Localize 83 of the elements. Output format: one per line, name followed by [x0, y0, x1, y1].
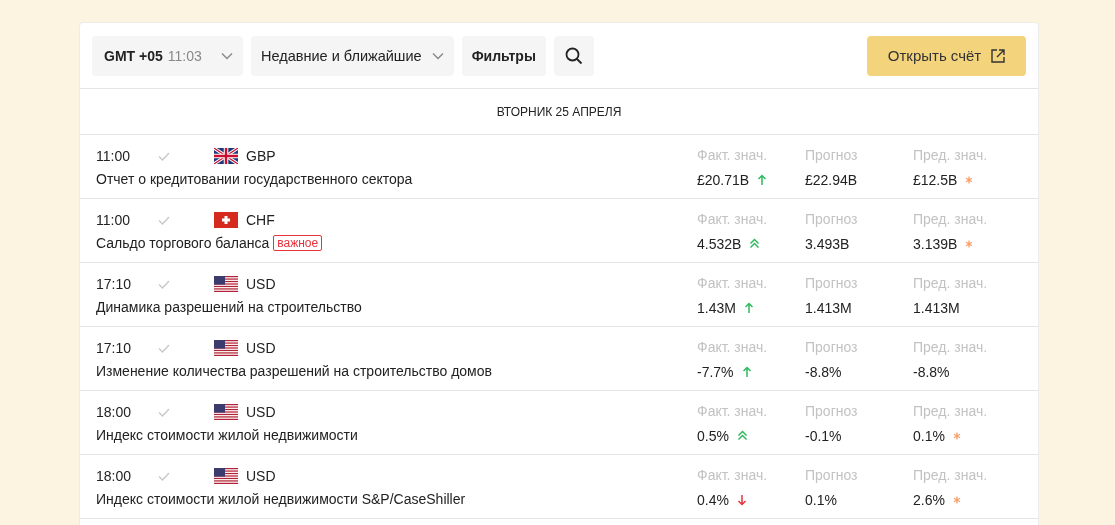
- check-icon: [158, 279, 170, 289]
- double-chevron-up-icon: [749, 238, 761, 249]
- check-icon: [158, 343, 170, 353]
- check-icon: [158, 215, 170, 225]
- flag-icon: [214, 339, 238, 356]
- column-label: Пред. знач.: [913, 147, 989, 164]
- column-label: Прогноз: [805, 211, 859, 228]
- forecast-value: 1.413M: [805, 299, 852, 316]
- column-label: Факт. знач.: [697, 467, 769, 484]
- previous-value: -8.8%: [913, 363, 950, 380]
- flag-icon: [214, 467, 238, 484]
- column-label: Прогноз: [805, 275, 859, 292]
- column-label: Факт. знач.: [697, 147, 769, 164]
- open-account-button[interactable]: Открыть счёт: [867, 35, 1026, 76]
- previous-value: 0.1%: [913, 427, 945, 444]
- column-label: Факт. знач.: [697, 403, 769, 420]
- event-title: Изменение количества разрешений на строительство домов: [96, 363, 492, 379]
- column-label: Пред. знач.: [913, 211, 989, 228]
- column-label: Прогноз: [805, 339, 859, 356]
- column-label: Прогноз: [805, 403, 859, 420]
- column-label: Факт. знач.: [697, 339, 769, 356]
- actual-value: 4.532B: [697, 235, 742, 252]
- column-label: Прогноз: [805, 147, 859, 164]
- arrow-up-icon: [743, 301, 754, 314]
- column-label: Факт. знач.: [697, 211, 769, 228]
- forecast-value: 0.1%: [805, 491, 837, 508]
- check-icon: [158, 407, 170, 417]
- sort-dropdown[interactable]: Недавние и ближайшие: [251, 35, 454, 76]
- filters-button[interactable]: Фильтры: [461, 35, 546, 76]
- forecast-value: -0.1%: [805, 427, 842, 444]
- previous-value: 1.413M: [913, 299, 960, 316]
- arrow-down-icon: [736, 493, 747, 506]
- event-title: Индекс стоимости жилой недвижимости S&P/CaseShiller: [96, 491, 466, 507]
- actual-value: 1.43M: [697, 299, 736, 316]
- previous-value: 3.139B: [913, 235, 958, 252]
- event-time: 11:00: [96, 147, 131, 164]
- currency-code: USD: [246, 467, 276, 484]
- search-button[interactable]: [553, 35, 594, 76]
- actual-value: 0.5%: [697, 427, 729, 444]
- event-time: 17:10: [96, 339, 133, 356]
- event-time: 17:10: [96, 275, 133, 292]
- arrow-up-icon: [757, 173, 768, 186]
- event-time: 11:00: [96, 211, 131, 228]
- column-label: Пред. знач.: [913, 339, 989, 356]
- column-label: Пред. знач.: [913, 275, 989, 292]
- flag-icon: [214, 275, 238, 292]
- forecast-value: £22.94B: [805, 171, 858, 188]
- event-title: Сальдо торгового баланса: [96, 235, 270, 251]
- column-label: Пред. знач.: [913, 467, 989, 484]
- arrow-up-icon: [741, 365, 752, 378]
- currency-code: USD: [246, 403, 276, 420]
- date-header: ВТОРНИК 25 АПРЕЛЯ: [496, 104, 622, 119]
- actual-value: £20.71B: [697, 171, 750, 188]
- event-title: Индекс стоимости жилой недвижимости: [96, 427, 358, 443]
- event-time: 18:00: [96, 467, 133, 484]
- chevron-down-icon: [431, 51, 444, 60]
- currency-code: USD: [246, 275, 276, 292]
- check-icon: [158, 151, 170, 161]
- column-label: Пред. знач.: [913, 403, 989, 420]
- previous-value: £12.5B: [913, 171, 958, 188]
- event-time: 18:00: [96, 403, 133, 420]
- double-chevron-up-icon: [736, 430, 748, 441]
- importance-badge: важное: [273, 235, 323, 251]
- flag-icon: [214, 403, 238, 420]
- forecast-value: -8.8%: [805, 363, 842, 380]
- actual-value: -7.7%: [697, 363, 734, 380]
- flag-icon: [214, 147, 238, 164]
- event-title: Динамика разрешений на строительство: [96, 299, 362, 315]
- check-icon: [158, 471, 170, 481]
- previous-value: 2.6%: [913, 491, 945, 508]
- flag-icon: [214, 211, 238, 228]
- chevron-down-icon: [221, 51, 233, 60]
- external-link-icon: [991, 48, 1006, 63]
- column-label: Факт. знач.: [697, 275, 769, 292]
- event-title: Отчет о кредитовании государственного сектора: [96, 171, 413, 187]
- currency-code: GBP: [246, 147, 276, 164]
- currency-code: CHF: [246, 211, 275, 228]
- actual-value: 0.4%: [697, 491, 729, 508]
- column-label: Прогноз: [805, 467, 859, 484]
- search-icon: [564, 46, 583, 65]
- timezone-dropdown[interactable]: GMT +05 11:03: [92, 35, 243, 76]
- currency-code: USD: [246, 339, 276, 356]
- forecast-value: 3.493B: [805, 235, 850, 252]
